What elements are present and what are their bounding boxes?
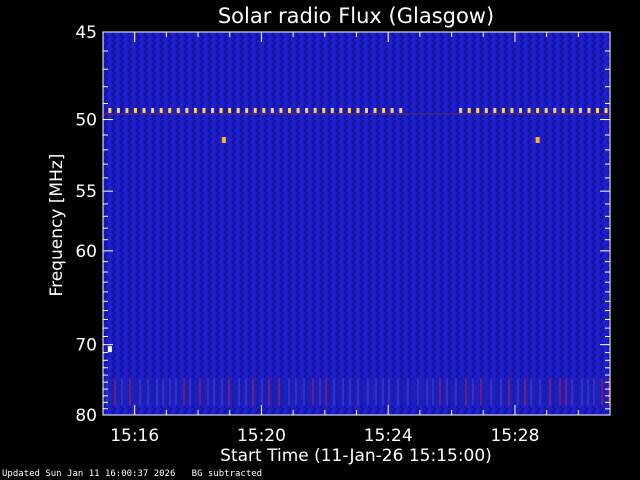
periodic-signal-dot [168, 107, 172, 113]
periodic-signal-dot [578, 107, 582, 113]
y-axis-label: Frequency [MHz] [47, 154, 67, 297]
periodic-signal-dot [373, 107, 377, 113]
periodic-signal-dot [399, 107, 403, 113]
periodic-signal-dot [544, 107, 548, 113]
footer-status: Updated Sun Jan 11 16:00:37 2026 BG subt… [2, 469, 262, 479]
x-axis-label: Start Time (11-Jan-26 15:15:00) [220, 446, 492, 466]
periodic-signal-dot [510, 107, 514, 113]
periodic-signal-dot [253, 107, 257, 113]
heatmap-background [103, 32, 610, 415]
chart-title: Solar radio Flux (Glasgow) [218, 4, 494, 28]
y-tick-label: 70 [75, 336, 97, 356]
y-tick-label: 50 [75, 111, 97, 131]
periodic-signal-dot [536, 107, 540, 113]
hot-pixel [221, 137, 226, 144]
x-tick-label: 15:16 [110, 426, 159, 446]
periodic-signal-dot [322, 107, 326, 113]
y-tick-label: 80 [75, 406, 97, 426]
periodic-signal-dot [313, 107, 317, 113]
periodic-signal-dot [339, 107, 343, 113]
periodic-signal-dot [151, 107, 155, 113]
interference-band [103, 378, 610, 406]
periodic-signal-dot [596, 107, 600, 113]
periodic-signal-dot [262, 107, 266, 113]
footer-updated: Updated Sun Jan 11 16:00:37 2026 [2, 469, 176, 479]
y-tick-label: 60 [75, 242, 97, 262]
periodic-signal-dot [459, 107, 463, 113]
periodic-signal-dot [142, 107, 146, 113]
periodic-signal-dot [288, 107, 292, 113]
periodic-signal-dot [365, 107, 369, 113]
periodic-signal-dot [202, 107, 206, 113]
periodic-signal-dot [390, 107, 394, 113]
periodic-signal-dot [561, 107, 565, 113]
periodic-signal-dot [519, 107, 523, 113]
hot-pixel [535, 137, 540, 144]
periodic-signal-dot [382, 107, 386, 113]
periodic-signal-dot [476, 107, 480, 113]
periodic-signal-dot [193, 107, 197, 113]
footer-note: BG subtracted [191, 469, 263, 479]
periodic-signal-dot [330, 107, 334, 113]
periodic-signal-dot [305, 107, 309, 113]
periodic-signal-dot [134, 107, 138, 113]
periodic-signal-dot [527, 107, 531, 113]
periodic-signal-dot [159, 107, 163, 113]
periodic-signal-dot [270, 107, 274, 113]
periodic-signal-dot [116, 107, 120, 113]
x-tick-label: 15:24 [364, 426, 413, 446]
x-tick-label: 15:20 [237, 426, 286, 446]
periodic-signal-dot [501, 107, 505, 113]
spectrogram-chart: Solar radio Flux (Glasgow) 45 50 55 60 70 80 1… [47, 4, 611, 466]
periodic-signal-dot [185, 107, 189, 113]
periodic-signal-dot [296, 107, 300, 113]
hot-pixel [107, 346, 112, 353]
y-tick-label: 55 [75, 182, 97, 202]
periodic-signal-dot [211, 107, 215, 113]
periodic-signal-dot [484, 107, 488, 113]
x-tick-label: 15:28 [490, 426, 539, 446]
periodic-signal-dot [236, 107, 240, 113]
periodic-signal-dot [228, 107, 232, 113]
periodic-signal-dot [347, 107, 351, 113]
plot-area [102, 31, 611, 416]
periodic-signal-dot [356, 107, 360, 113]
periodic-signal-dot [493, 107, 497, 113]
periodic-signal-dot [570, 107, 574, 113]
y-tick-label: 45 [75, 23, 97, 43]
periodic-signal-dot [245, 107, 249, 113]
periodic-signal-dot [604, 107, 608, 113]
periodic-signal-dot [467, 107, 471, 113]
periodic-signal-dot [176, 107, 180, 113]
periodic-signal-dot [279, 107, 283, 113]
periodic-signal-dot [553, 107, 557, 113]
periodic-signal-dot [587, 107, 591, 113]
periodic-signal-dot [108, 107, 112, 113]
periodic-signal-dot [125, 107, 129, 113]
periodic-signal-dot [219, 107, 223, 113]
